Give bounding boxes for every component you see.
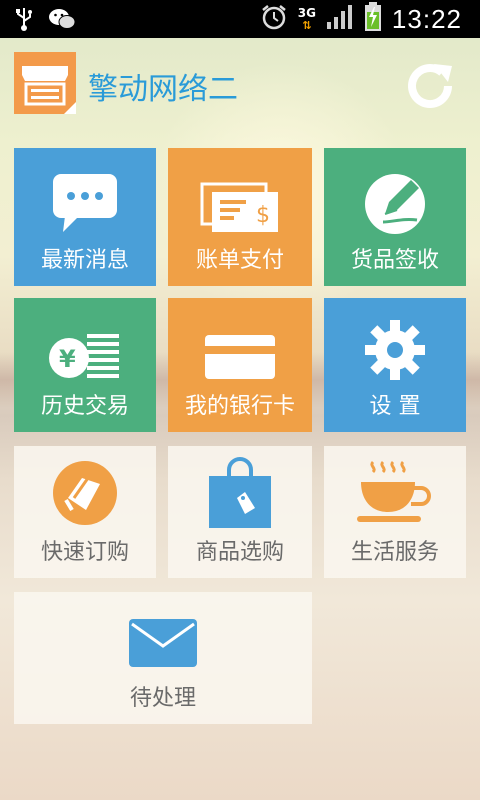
tile-label: 货品签收 (350, 248, 439, 273)
message-icon (14, 172, 156, 234)
bank-card-icon (168, 334, 312, 380)
shopping-bag-icon (168, 456, 312, 530)
tile-quick-order[interactable]: 快速订购 (14, 446, 156, 578)
tile-life-services[interactable]: 生活服务 (324, 446, 466, 578)
mail-icon (14, 618, 312, 668)
status-bar: 3G ⇅ 13:22 (0, 0, 480, 38)
tile-label: 最新消息 (40, 248, 129, 273)
store-icon (14, 52, 76, 114)
tile-label: 生活服务 (350, 540, 439, 565)
tile-label: 历史交易 (40, 394, 129, 419)
tile-label: 账单支付 (195, 248, 284, 273)
tile-transaction-history[interactable]: ¥ 历史交易 (14, 298, 156, 432)
network-type: 3G ⇅ (297, 5, 316, 32)
bill-icon: $ (168, 182, 312, 234)
alarm-icon (260, 3, 288, 35)
tile-my-bank-card[interactable]: 我的银行卡 (168, 298, 312, 432)
tile-product-shopping[interactable]: 商品选购 (168, 446, 312, 578)
clock: 13:22 (391, 3, 462, 34)
quick-order-icon (14, 460, 156, 526)
svg-text:¥: ¥ (59, 345, 76, 373)
tile-pending[interactable]: 待处理 (14, 592, 312, 724)
refresh-button[interactable] (404, 60, 456, 112)
refresh-icon (408, 64, 452, 109)
tile-label: 待处理 (129, 686, 196, 711)
tile-latest-news[interactable]: 最新消息 (14, 148, 156, 286)
sign-icon (324, 172, 466, 236)
tile-goods-receipt[interactable]: 货品签收 (324, 148, 466, 286)
svg-text:$: $ (256, 203, 270, 228)
tile-settings[interactable]: 设 置 (324, 298, 466, 432)
tile-label: 我的银行卡 (184, 394, 295, 419)
network-label: 3G (297, 5, 316, 20)
tile-label: 商品选购 (195, 540, 284, 565)
battery-charging-icon (364, 2, 382, 36)
history-icon: ¥ (14, 328, 156, 382)
tile-bill-payment[interactable]: $ 账单支付 (168, 148, 312, 286)
wechat-icon (48, 7, 76, 35)
signal-icon (326, 4, 354, 34)
app-title: 擎动网络二 (88, 72, 238, 107)
app-header: 擎动网络二 (0, 38, 480, 138)
tile-label: 快速订购 (40, 540, 129, 565)
tile-label: 设 置 (369, 394, 421, 419)
usb-icon (14, 6, 34, 36)
coffee-cup-icon (324, 458, 466, 528)
gear-icon (324, 318, 466, 382)
